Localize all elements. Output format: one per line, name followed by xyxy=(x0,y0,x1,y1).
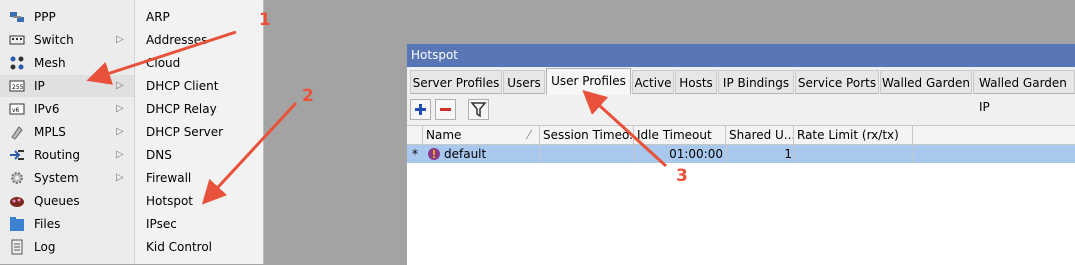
menu-item-label: PPP xyxy=(34,10,56,24)
menu-item-label: Mesh xyxy=(34,56,66,70)
tab-walled-garden-ip[interactable]: Walled Garden IP xyxy=(973,70,1075,114)
menu-item-mesh[interactable]: Mesh xyxy=(0,52,134,74)
switch-icon xyxy=(9,32,25,48)
ip-icon: 255 xyxy=(9,78,25,94)
ppp-icon xyxy=(9,9,25,25)
submenu-arrow-icon: ▷ xyxy=(116,80,124,91)
table-row[interactable]: * default 01:00:00 1 xyxy=(407,145,1075,163)
hotspot-window: Hotspot Server Profiles Users User Profi… xyxy=(407,44,1075,265)
window-title-bar[interactable]: Hotspot xyxy=(407,44,1075,67)
submenu-arrow-icon: ▷ xyxy=(116,126,124,137)
plus-icon xyxy=(415,104,426,115)
mesh-icon xyxy=(9,55,25,71)
menu-item-switch[interactable]: Switch ▷ xyxy=(0,29,134,51)
column-header-flag xyxy=(407,126,423,145)
mpls-icon xyxy=(9,124,25,140)
row-name: default xyxy=(444,147,487,161)
submenu-arrow-icon: ▷ xyxy=(116,103,124,114)
menu-item-ppp[interactable]: PPP xyxy=(0,6,134,28)
annotation-label-1: 1 xyxy=(259,10,271,30)
menu-item-log[interactable]: Log xyxy=(0,236,134,258)
column-header-rate-limit[interactable]: Rate Limit (rx/tx) xyxy=(794,126,913,145)
row-flag: * xyxy=(412,147,418,161)
annotation-label-2: 2 xyxy=(302,86,314,106)
menu-item-ip[interactable]: 255 IP ▷ xyxy=(0,75,134,97)
column-header-filler xyxy=(913,126,1075,145)
tab-ip-bindings[interactable]: IP Bindings xyxy=(718,70,794,94)
profile-icon xyxy=(427,147,441,161)
filter-button[interactable] xyxy=(468,99,489,120)
submenu-item-dns[interactable]: DNS xyxy=(146,144,172,166)
column-header-idle-timeout[interactable]: Idle Timeout xyxy=(634,126,726,145)
submenu-arrow-icon: ▷ xyxy=(116,34,124,45)
menu-item-label: Files xyxy=(34,217,61,231)
svg-text:255: 255 xyxy=(12,84,24,91)
menu-item-label: IPv6 xyxy=(34,102,60,116)
menu-item-label: MPLS xyxy=(34,125,66,139)
menu-item-ipv6[interactable]: v6 IPv6 ▷ xyxy=(0,98,134,120)
files-icon xyxy=(9,216,25,232)
submenu-arrow-icon: ▷ xyxy=(116,172,124,183)
row-shared-users: 1 xyxy=(784,147,792,161)
tab-active[interactable]: Active xyxy=(632,70,674,94)
menu-item-label: Log xyxy=(34,240,56,254)
routing-icon xyxy=(9,147,25,163)
submenu-item-kid-control[interactable]: Kid Control xyxy=(146,236,212,258)
profiles-table: Name ⁄ Session Timeo... Idle Timeout Shar… xyxy=(407,125,1075,265)
menu-item-label: Queues xyxy=(34,194,80,208)
row-idle-timeout: 01:00:00 xyxy=(669,147,723,161)
tab-hosts[interactable]: Hosts xyxy=(675,70,717,94)
main-menu: PPP Switch ▷ Mesh 255 IP ▷ v6 IPv6 ▷ MPL… xyxy=(0,0,135,264)
menu-item-queues[interactable]: Queues xyxy=(0,190,134,212)
submenu-item-arp[interactable]: ARP xyxy=(146,6,170,28)
svg-text:v6: v6 xyxy=(12,107,20,114)
menu-item-files[interactable]: Files xyxy=(0,213,134,235)
menu-item-label: Switch xyxy=(34,33,74,47)
column-header-session-timeout[interactable]: Session Timeo... xyxy=(540,126,634,145)
ip-submenu: ARP Addresses Cloud DHCP Client DHCP Rel… xyxy=(135,0,264,264)
submenu-item-hotspot[interactable]: Hotspot xyxy=(146,190,193,212)
tab-walled-garden[interactable]: Walled Garden xyxy=(880,70,972,94)
toolbar xyxy=(407,97,1075,124)
column-header-label: Name xyxy=(426,128,462,142)
submenu-item-dhcp-client[interactable]: DHCP Client xyxy=(146,75,218,97)
menu-item-system[interactable]: System ▷ xyxy=(0,167,134,189)
submenu-arrow-icon: ▷ xyxy=(116,149,124,160)
menu-item-routing[interactable]: Routing ▷ xyxy=(0,144,134,166)
submenu-item-dhcp-server[interactable]: DHCP Server xyxy=(146,121,223,143)
menu-item-mpls[interactable]: MPLS ▷ xyxy=(0,121,134,143)
annotation-label-3: 3 xyxy=(676,166,688,186)
submenu-item-cloud[interactable]: Cloud xyxy=(146,52,180,74)
row-session-timeout xyxy=(543,145,631,163)
submenu-item-addresses[interactable]: Addresses xyxy=(146,29,207,51)
minus-icon xyxy=(440,108,451,111)
remove-button[interactable] xyxy=(435,99,456,120)
tab-users[interactable]: Users xyxy=(503,70,545,94)
tab-bar: Server Profiles Users User Profiles Acti… xyxy=(407,68,1075,114)
add-button[interactable] xyxy=(410,99,431,120)
submenu-item-ipsec[interactable]: IPsec xyxy=(146,213,177,235)
tab-user-profiles[interactable]: User Profiles xyxy=(546,68,631,95)
log-icon xyxy=(9,239,25,255)
queues-icon xyxy=(9,193,25,209)
ipv6-icon: v6 xyxy=(9,101,25,117)
tab-server-profiles[interactable]: Server Profiles xyxy=(410,70,502,94)
tab-service-ports[interactable]: Service Ports xyxy=(795,70,879,94)
filter-icon xyxy=(470,102,487,118)
menu-item-label: IP xyxy=(34,79,45,93)
column-header-shared-users[interactable]: Shared U... xyxy=(726,126,794,145)
menu-item-label: System xyxy=(34,171,79,185)
sort-icon: ⁄ xyxy=(528,128,531,142)
column-header-name[interactable]: Name ⁄ xyxy=(423,126,540,145)
system-icon xyxy=(9,170,25,186)
submenu-item-dhcp-relay[interactable]: DHCP Relay xyxy=(146,98,217,120)
window-title: Hotspot xyxy=(411,48,458,62)
submenu-item-firewall[interactable]: Firewall xyxy=(146,167,191,189)
menu-item-label: Routing xyxy=(34,148,81,162)
